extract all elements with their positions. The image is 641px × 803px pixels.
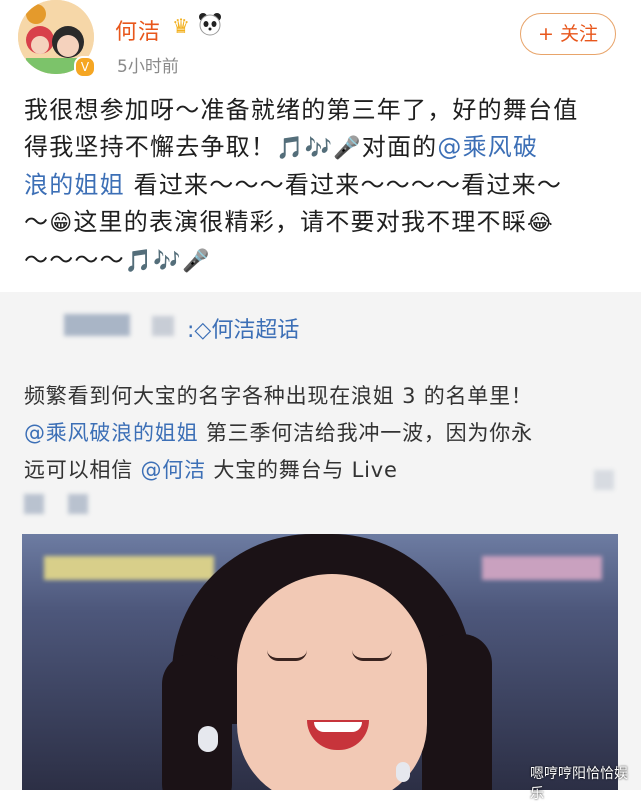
post-time: 5小时前 <box>117 57 179 77</box>
text-span: 第三季何洁给我冲一波，因为你永 <box>198 421 533 445</box>
text-span: 得我坚持不懈去争取！ <box>24 133 276 161</box>
watermark-text: 嗯哼哼阳恰恰娱乐 <box>530 766 628 802</box>
content-line: 得我坚持不懈去争取！🎵🎶🎤对面的@乘风破 <box>24 129 620 167</box>
text-span: 大宝的舞台与 Live <box>205 458 398 482</box>
text-span: 看过来～～～看过来～～～～看过来～ <box>124 171 563 199</box>
topic-label: 何洁超话 <box>211 318 300 343</box>
content-line: 浪的姐姐 看过来～～～看过来～～～～看过来～ <box>24 167 620 204</box>
blurred-mark <box>24 494 44 514</box>
follow-button[interactable]: + 关注 <box>520 13 616 55</box>
music-note-icon: 🎵🎶🎤 <box>276 136 362 161</box>
repost-content: 频繁看到何大宝的名字各种出现在浪姐 3 的名单里！ @乘风破浪的姐姐 第三季何洁… <box>24 378 618 489</box>
hair-shape <box>422 634 492 790</box>
blurred-caption <box>44 556 214 580</box>
verified-badge-icon: V <box>74 56 96 78</box>
weibo-post: V 何洁 ♛ 5小时前 + 关注 我很想参加呀～准备就绪的第三年了，好的舞台值 … <box>0 0 641 292</box>
blurred-mark <box>594 470 614 490</box>
panda-icon <box>199 13 221 36</box>
blurred-caption <box>482 556 602 580</box>
mention-link[interactable]: 浪的姐姐 <box>24 171 125 199</box>
text-span: 对面的 <box>361 133 438 161</box>
content-line: ～～～～🎵🎶🎤 <box>24 242 620 280</box>
content-line: ～😁这里的表演很精彩，请不要对我不理不睬😂 <box>24 204 620 242</box>
earring-shape <box>198 726 218 752</box>
mention-link[interactable]: @乘风破浪的姐姐 <box>24 421 198 445</box>
mention-link[interactable]: @何洁 <box>140 458 205 482</box>
teeth-shape <box>314 722 362 732</box>
blurred-mark <box>152 316 174 336</box>
music-note-icon: 🎵🎶🎤 <box>124 249 211 274</box>
text-span: 远可以相信 <box>24 458 141 482</box>
text-span: 频繁看到何大宝的名字各种出现在浪姐 3 的名单里！ <box>24 384 533 408</box>
text-span: 这里的表演很精彩，请不要对我不理不睬 <box>73 208 527 236</box>
hair-shape <box>162 654 232 790</box>
topic-link[interactable]: :◇何洁超话 <box>187 312 299 344</box>
text-span: ～～～～ <box>24 246 125 274</box>
content-line: @乘风破浪的姐姐 第三季何洁给我冲一波，因为你永 <box>24 415 618 452</box>
content-line: 频繁看到何大宝的名字各种出现在浪姐 3 的名单里！ <box>24 378 618 415</box>
eye-shape <box>267 650 307 661</box>
post-content: 我很想参加呀～准备就绪的第三年了，好的舞台值 得我坚持不懈去争取！🎵🎶🎤对面的@… <box>24 92 620 280</box>
mention-link[interactable]: @乘风破 <box>437 133 538 161</box>
blurred-mark <box>68 494 88 514</box>
content-line: 远可以相信 @何洁 大宝的舞台与 Live <box>24 452 618 489</box>
grin-emoji-icon: 😁 <box>49 211 74 236</box>
blurred-username <box>64 314 130 336</box>
diamond-icon: ◇ <box>194 318 212 343</box>
text-span: ～ <box>24 208 50 236</box>
content-line: 我很想参加呀～准备就绪的第三年了，好的舞台值 <box>24 92 620 129</box>
earring-shape <box>396 762 410 782</box>
author-name[interactable]: 何洁 <box>115 14 161 46</box>
text-span: 我很想参加呀～准备就绪的第三年了，好的舞台值 <box>24 96 579 124</box>
laugh-cry-emoji-icon: 😂 <box>526 211 554 236</box>
eye-shape <box>352 650 392 661</box>
crown-icon: ♛ <box>172 14 190 38</box>
face-shape <box>237 574 427 790</box>
video-thumbnail[interactable] <box>22 534 618 790</box>
